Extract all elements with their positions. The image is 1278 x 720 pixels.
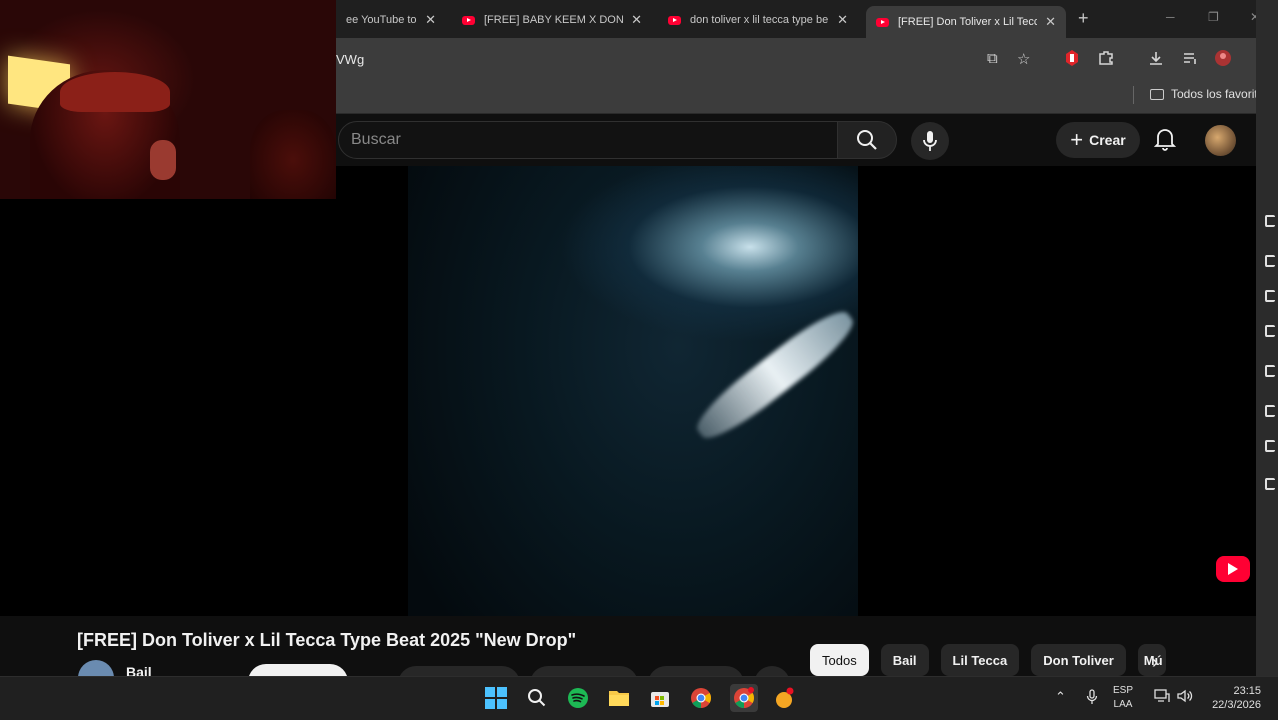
save-button[interactable] [648,666,744,676]
app-notification-icon[interactable] [772,686,796,710]
tab-title: [FREE] BABY KEEM X DON TO [484,14,624,26]
tab-baby-keem[interactable]: [FREE] BABY KEEM X DON TO ✕ [452,6,652,34]
file-explorer-icon[interactable] [607,686,631,710]
spotify-icon[interactable] [566,686,590,710]
create-label: Crear [1089,132,1126,148]
account-avatar[interactable] [1205,125,1236,156]
search-icon[interactable] [525,686,549,710]
voice-search-button[interactable] [911,122,949,160]
side-panel-icon[interactable] [1265,405,1275,417]
subscribe-button[interactable] [248,664,348,676]
restore-icon[interactable]: ❐ [1208,10,1219,24]
channel-name[interactable]: Bail [126,664,152,676]
microphone-icon [923,131,937,151]
chrome-icon[interactable] [689,686,713,710]
video-title: [FREE] Don Toliver x Lil Tecca Type Beat… [77,630,577,650]
tab-don-toliver-lil-tecca[interactable]: don toliver x lil tecca type be ✕ [658,6,858,34]
side-panel-icon[interactable] [1265,215,1275,227]
search-input[interactable] [339,122,837,158]
video-info: [FREE] Don Toliver x Lil Tecca Type Beat… [0,616,1256,676]
download-icon[interactable] [1148,50,1164,70]
chip-all[interactable]: Todos [810,644,869,676]
share-button[interactable] [530,666,638,676]
windows-taskbar: ⌃ ESP LAA 23:15 22/3/2026 [0,676,1278,720]
extension-red-icon[interactable] [1064,49,1080,71]
browser-side-panel [1256,0,1278,676]
search-button[interactable] [837,121,897,159]
language-code: ESP [1113,685,1134,696]
youtube-favicon-icon [462,15,475,25]
folder-icon [1150,88,1164,100]
close-tab-icon[interactable]: ✕ [837,12,848,28]
webcam-microphone [150,140,176,180]
side-panel-icon[interactable] [1265,255,1275,267]
clock-date: 22/3/2026 [1212,699,1261,711]
chevron-right-icon[interactable]: › [1152,652,1158,673]
close-tab-icon[interactable]: ✕ [631,12,642,28]
tab-active-video[interactable]: [FREE] Don Toliver x Lil Tecca ✕ [866,6,1066,38]
webcam-overlay [0,0,336,199]
install-app-icon[interactable]: ⧉ [987,50,998,67]
plus-icon: + [1070,127,1084,152]
bookmark-star-icon[interactable]: ☆ [1017,50,1030,68]
related-chips: Todos Bail Lil Tecca Don Toliver Mú [810,644,1166,676]
chrome-profile-icon[interactable] [730,684,758,712]
input-language[interactable]: ESP LAA [1113,684,1133,712]
clock-time: 23:15 [1233,685,1261,697]
system-clock[interactable]: 23:15 22/3/2026 [1205,684,1261,712]
side-panel-icon[interactable] [1265,478,1275,490]
tab-title: ee YouTube to M [346,14,417,26]
side-panel-icon[interactable] [1265,440,1275,452]
youtube-favicon-icon [668,15,681,25]
youtube-float-icon[interactable] [1216,556,1250,582]
tab-title: don toliver x lil tecca type be [690,14,829,26]
chip-bail[interactable]: Bail [880,644,929,676]
webcam-second-person [250,110,336,199]
side-panel-icon[interactable] [1265,325,1275,337]
windows-start-icon[interactable] [484,686,508,710]
all-favorites-label: Todos los favorito [1171,87,1265,101]
side-panel-icon[interactable] [1265,365,1275,377]
microphone-tray-icon[interactable] [1086,689,1098,708]
volume-icon[interactable] [1177,689,1193,706]
more-actions-button[interactable] [754,666,790,676]
video-player[interactable] [0,166,1256,616]
minimize-icon[interactable]: ─ [1166,10,1175,24]
new-tab-icon[interactable]: + [1078,8,1089,29]
screen: ee YouTube to M ✕ [FREE] BABY KEEM X DON… [0,0,1278,720]
tab-youtube-to-mp3[interactable]: ee YouTube to M ✕ [336,6,446,34]
profile-avatar-icon[interactable] [1214,49,1232,71]
video-frame[interactable] [408,166,858,616]
network-icon[interactable] [1154,689,1170,706]
extensions-puzzle-icon[interactable] [1098,50,1114,70]
url-text[interactable]: VWg [336,52,364,67]
search-box [338,121,838,159]
notifications-bell-icon[interactable] [1153,127,1177,156]
youtube-favicon-icon [876,17,889,27]
microsoft-store-icon[interactable] [648,686,672,710]
chip-lil-tecca[interactable]: Lil Tecca [940,644,1020,676]
tab-title: [FREE] Don Toliver x Lil Tecca [898,16,1038,28]
webcam-person-cap [60,72,170,112]
close-tab-icon[interactable]: ✕ [425,12,436,28]
channel-avatar[interactable] [78,660,114,676]
like-dislike-button[interactable] [398,666,520,676]
media-control-icon[interactable] [1182,50,1198,70]
all-favorites-folder[interactable]: Todos los favorito [1150,87,1264,101]
create-button[interactable]: + Crear [1056,122,1140,158]
search-icon [857,130,877,150]
bookmarks-separator [1133,86,1134,104]
chip-don-toliver[interactable]: Don Toliver [1031,644,1126,676]
chevron-up-icon[interactable]: ⌃ [1055,689,1066,705]
keyboard-layout: LAA [1113,699,1133,710]
close-tab-icon[interactable]: ✕ [1045,14,1056,30]
side-panel-icon[interactable] [1265,290,1275,302]
